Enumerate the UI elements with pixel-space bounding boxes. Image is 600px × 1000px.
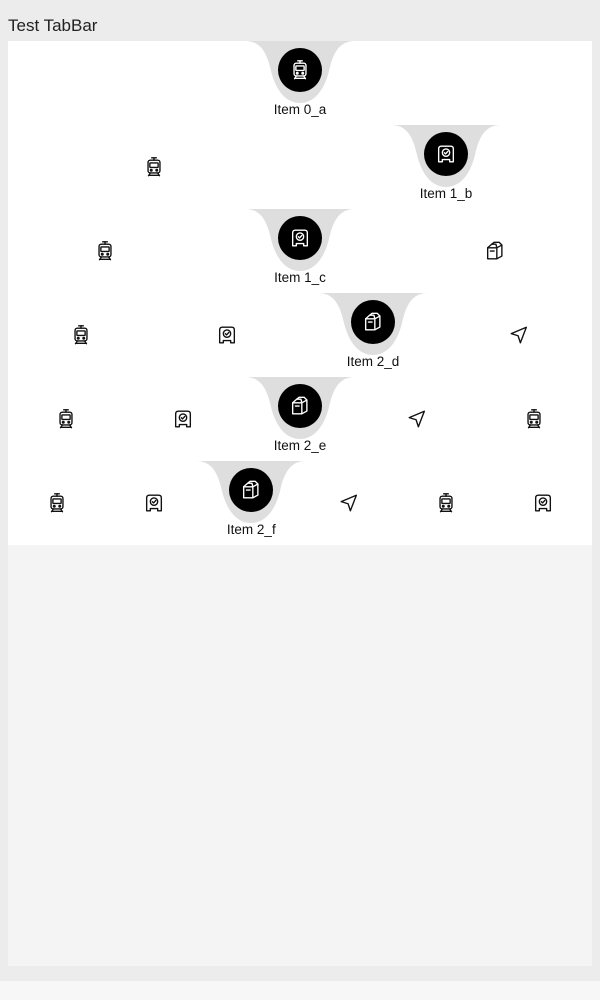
train-icon: [143, 156, 165, 178]
verified-badge-icon: [172, 408, 194, 430]
box-icon: [277, 384, 322, 428]
tab-train[interactable]: [8, 293, 154, 377]
box-icon: [229, 468, 274, 512]
verified-badge-icon: [216, 324, 238, 346]
verified-badge-icon: [424, 132, 468, 176]
bottom-strip: [0, 981, 600, 1000]
tab-navigation-arrow[interactable]: [446, 293, 592, 377]
verified-badge-icon: [532, 492, 554, 514]
train-icon: [94, 240, 116, 262]
tabbar-list-panel: Item 0_a Item 1_b Item 1_c Item 2_d Item…: [8, 41, 592, 966]
tab-label: Item 2_d: [346, 354, 400, 369]
tab-train[interactable]: [8, 377, 125, 461]
train-icon: [46, 492, 68, 514]
train-icon: [523, 408, 545, 430]
train-icon: [435, 492, 457, 514]
tab-label: Item 1_b: [419, 186, 473, 201]
navigation-arrow-icon: [508, 324, 530, 346]
tab-train-active[interactable]: Item 0_a: [8, 41, 592, 125]
tab-box[interactable]: [397, 209, 592, 293]
train-icon: [70, 324, 92, 346]
tabbar: Item 2_e: [8, 377, 592, 461]
tab-label: Item 1_c: [274, 270, 326, 285]
tab-box-active[interactable]: Item 2_d: [300, 293, 446, 377]
tab-verified-badge[interactable]: [154, 293, 300, 377]
tab-label: Item 2_e: [273, 438, 327, 453]
train-icon: [55, 408, 77, 430]
tab-train[interactable]: [397, 461, 494, 545]
tab-verified-badge-active[interactable]: Item 1_b: [300, 125, 592, 209]
tab-navigation-arrow[interactable]: [358, 377, 475, 461]
tab-verified-badge[interactable]: [495, 461, 592, 545]
tab-box-active[interactable]: Item 2_e: [242, 377, 359, 461]
verified-badge-icon: [277, 216, 322, 260]
tabbar: Item 1_c: [8, 209, 592, 293]
tab-train[interactable]: [8, 461, 105, 545]
tab-verified-badge[interactable]: [125, 377, 242, 461]
tab-train[interactable]: [8, 125, 300, 209]
tabbar: Item 0_a: [8, 41, 592, 125]
app-title: Test TabBar: [8, 16, 98, 35]
tabbar: Item 2_f: [8, 461, 592, 545]
tab-navigation-arrow[interactable]: [300, 461, 397, 545]
tab-verified-badge-active[interactable]: Item 1_c: [203, 209, 398, 293]
tab-train[interactable]: [475, 377, 592, 461]
tab-label: Item 2_f: [226, 522, 276, 537]
box-icon: [484, 240, 506, 262]
tab-train[interactable]: [8, 209, 203, 293]
verified-badge-icon: [143, 492, 165, 514]
tab-verified-badge[interactable]: [105, 461, 202, 545]
train-icon: [278, 48, 322, 92]
tabbar: Item 2_d: [8, 293, 592, 377]
box-icon: [351, 300, 395, 344]
tab-box-active[interactable]: Item 2_f: [196, 461, 307, 545]
navigation-arrow-icon: [338, 492, 360, 514]
tabbar: Item 1_b: [8, 125, 592, 209]
tab-label: Item 0_a: [273, 102, 327, 117]
navigation-arrow-icon: [406, 408, 428, 430]
